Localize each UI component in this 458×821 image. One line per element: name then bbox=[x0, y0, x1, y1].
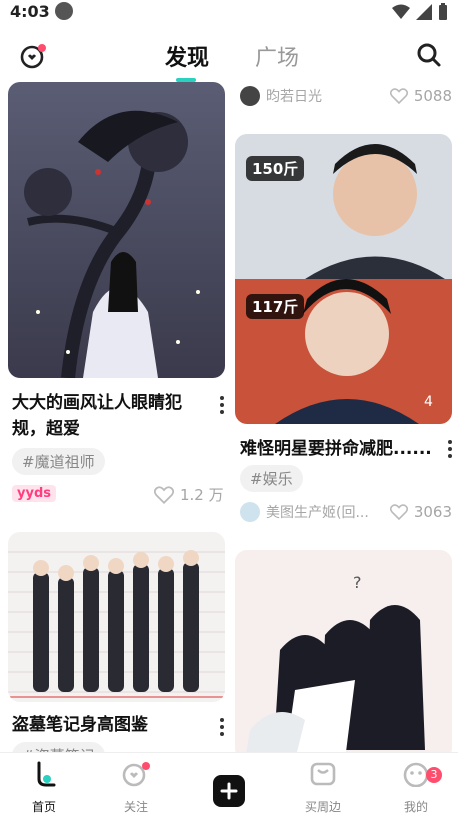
notification-heart-icon[interactable] bbox=[20, 42, 48, 70]
card3-more-icon[interactable] bbox=[220, 718, 224, 739]
card3-title[interactable]: 盗墓笔记身高图鉴 bbox=[12, 712, 202, 738]
tab-square[interactable]: 广场 bbox=[255, 40, 299, 72]
avatar bbox=[240, 86, 260, 106]
card2-title[interactable]: 难怪明星要拼命减肥...... bbox=[240, 436, 436, 462]
signal-icon bbox=[416, 4, 432, 20]
card2-like[interactable]: 3063 bbox=[389, 503, 452, 521]
avatar bbox=[240, 502, 260, 522]
like-count[interactable]: 5088 bbox=[389, 87, 452, 105]
card1-image[interactable] bbox=[8, 82, 225, 378]
card1-more-icon[interactable] bbox=[220, 396, 224, 417]
card2-tag[interactable]: #娱乐 bbox=[240, 465, 303, 492]
nav-home[interactable]: 首页 bbox=[12, 761, 76, 815]
weight-label-bottom: 117斤 bbox=[246, 294, 305, 319]
status-time: 4:03 bbox=[10, 2, 50, 21]
heart-outline-icon bbox=[154, 485, 174, 504]
card1-tag[interactable]: #魔道祖师 bbox=[12, 448, 105, 475]
nav-shop[interactable]: 买周边 bbox=[291, 761, 355, 815]
wifi-icon bbox=[392, 4, 410, 19]
card4-image[interactable]: ? bbox=[235, 550, 452, 760]
card3-image[interactable] bbox=[8, 532, 225, 702]
nav-follow-label: 关注 bbox=[123, 800, 148, 814]
home-icon bbox=[37, 761, 56, 787]
nav-me-label: 我的 bbox=[403, 800, 428, 814]
bottom-nav: 首页 关注 买周边 我的 3 bbox=[0, 752, 458, 821]
author-name[interactable]: 美图生产姬(回... bbox=[266, 502, 369, 522]
svg-text:?: ? bbox=[353, 573, 362, 592]
weight-label-top: 150斤 bbox=[246, 156, 305, 181]
create-post-button[interactable] bbox=[213, 775, 245, 807]
like-count-value: 5088 bbox=[413, 87, 452, 105]
partial-card-footer[interactable]: 昀若日光 5088 bbox=[240, 84, 452, 108]
nav-follow[interactable]: 关注 bbox=[104, 761, 168, 815]
nav-shop-label: 买周边 bbox=[304, 800, 341, 814]
tab-discover[interactable]: 发现 bbox=[165, 40, 209, 72]
card2-footer: 美图生产姬(回... 3063 bbox=[240, 501, 452, 523]
battery-icon bbox=[439, 3, 447, 20]
plus-icon bbox=[220, 782, 238, 800]
status-icons bbox=[392, 3, 448, 21]
yyds-badge: yyds bbox=[12, 485, 56, 502]
card2-like-count: 3063 bbox=[413, 503, 452, 521]
author-name: 昀若日光 bbox=[266, 89, 322, 105]
heart-outline-icon bbox=[389, 88, 408, 104]
heart-outline-icon bbox=[389, 504, 408, 520]
card1-title[interactable]: 大大的画风让人眼睛犯规，超爱 bbox=[12, 390, 202, 442]
nav-home-label: 首页 bbox=[31, 800, 56, 814]
heart-follow-icon bbox=[122, 762, 150, 787]
notification-dot-icon bbox=[55, 2, 73, 20]
status-bar: 4:03 bbox=[0, 0, 458, 24]
card1-like-count: 1.2 万 bbox=[180, 486, 224, 504]
card1-like[interactable]: 1.2 万 bbox=[154, 484, 224, 505]
image-count: 4 bbox=[424, 394, 433, 410]
search-icon[interactable] bbox=[416, 42, 442, 72]
shop-box-icon bbox=[310, 762, 336, 786]
me-badge: 3 bbox=[426, 767, 442, 783]
top-header: 发现 广场 bbox=[0, 32, 458, 78]
card2-more-icon[interactable] bbox=[448, 440, 452, 461]
